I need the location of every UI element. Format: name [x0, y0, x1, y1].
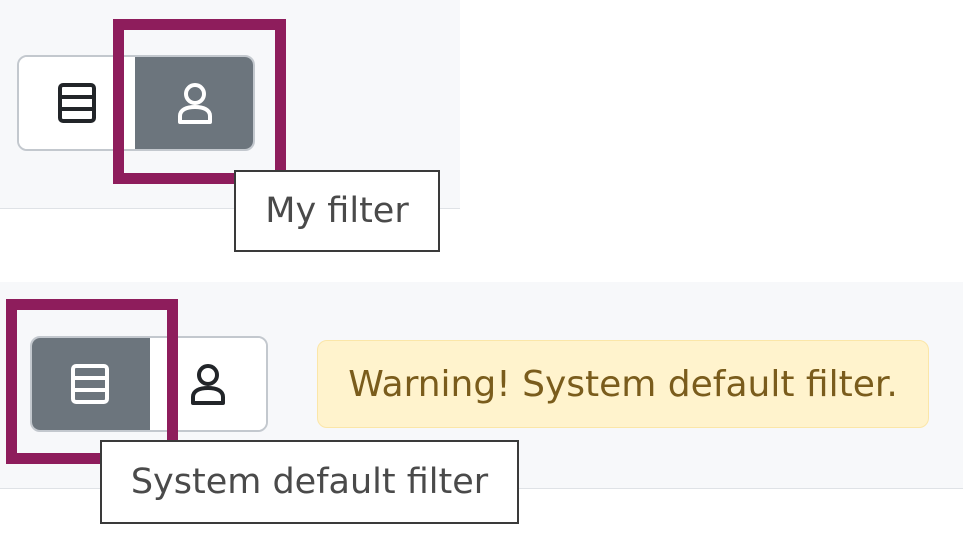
- system-filter-button[interactable]: [32, 338, 148, 430]
- my-filter-button[interactable]: [148, 338, 266, 430]
- tooltip-my-filter: My filter: [234, 170, 440, 252]
- filter-toggle-group: [30, 336, 268, 432]
- system-filter-button[interactable]: [19, 57, 135, 149]
- server-icon: [71, 364, 109, 404]
- server-icon: [58, 83, 96, 123]
- tooltip-system-default-filter: System default filter: [100, 440, 519, 524]
- user-icon: [178, 83, 212, 124]
- my-filter-button[interactable]: [135, 57, 253, 149]
- warning-alert: Warning! System default filter.: [317, 340, 929, 428]
- filter-toggle-group: [17, 55, 255, 151]
- user-icon: [191, 364, 225, 405]
